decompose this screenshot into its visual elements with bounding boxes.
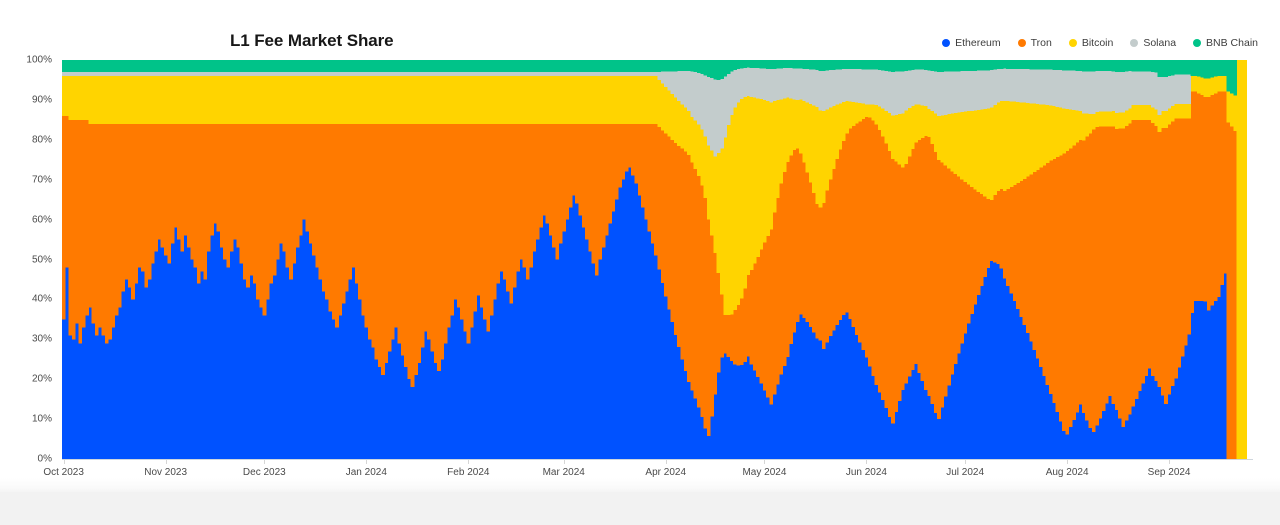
stacked-area-chart [62, 60, 1247, 459]
x-axis-tick-label: Mar 2024 [542, 467, 585, 478]
x-axis-tick-label: Feb 2024 [447, 467, 490, 478]
x-axis-tick-label: Oct 2023 [43, 467, 84, 478]
x-axis-tick-label: Jun 2024 [845, 467, 887, 478]
x-axis-tick-label: Aug 2024 [1045, 467, 1089, 478]
x-axis-tick-label: Sep 2024 [1147, 467, 1191, 478]
page-bottom-strip [0, 492, 1280, 525]
x-axis-baseline [62, 459, 1253, 460]
x-axis-tick-label: May 2024 [742, 467, 787, 478]
chart-page: L1 Fee Market Share Ethereum Tron Bitcoin S… [0, 0, 1280, 525]
x-axis-tick-label: Jul 2024 [946, 467, 985, 478]
x-axis-tick-label: Dec 2023 [242, 467, 286, 478]
x-axis-tick-label: Nov 2023 [144, 467, 188, 478]
x-axis-tick-label: Apr 2024 [645, 467, 687, 478]
chart-plot-area: 100% 90% 80% 70% 60% 50% 40% 30% 20% 10% 0% Oct 20… [0, 0, 1280, 492]
x-axis-tick-label: Jan 2024 [345, 467, 387, 478]
